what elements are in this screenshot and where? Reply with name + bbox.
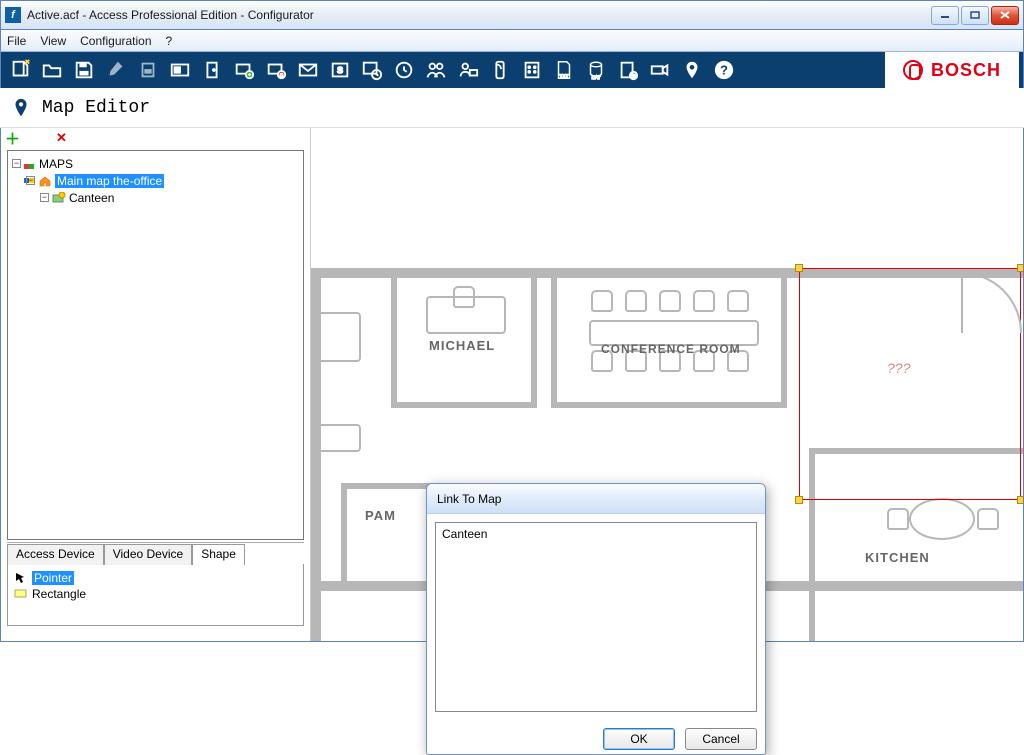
card-reader-icon[interactable] <box>133 55 163 85</box>
link-to-map-dialog: Link To Map Canteen OK Cancel <box>426 483 766 755</box>
resize-handle-ne[interactable] <box>1017 264 1023 272</box>
placeholder-label: ??? <box>887 360 910 376</box>
shape-palette: Pointer Rectangle <box>7 564 304 626</box>
home-icon <box>38 175 52 187</box>
resize-handle-se[interactable] <box>1017 496 1023 504</box>
cancel-button[interactable]: Cancel <box>685 728 757 750</box>
shape-rectangle[interactable]: Rectangle <box>14 586 297 602</box>
tree-toolbar: ＋ ✕ <box>1 128 310 148</box>
door-icon[interactable] <box>197 55 227 85</box>
tree-item-label: Canteen <box>69 191 114 205</box>
terminal-icon[interactable] <box>165 55 195 85</box>
bottom-tabs: Access Device Video Device Shape <box>7 542 304 564</box>
pointer-icon <box>14 571 28 585</box>
tree-root[interactable]: − MAPS <box>12 155 299 172</box>
ok-button[interactable]: OK <box>603 728 675 750</box>
camera-icon[interactable] <box>645 55 675 85</box>
report-icon[interactable]: W <box>613 55 643 85</box>
shape-pointer-label: Pointer <box>32 571 74 585</box>
envelope-icon[interactable] <box>293 55 323 85</box>
user-card-icon[interactable] <box>453 55 483 85</box>
clock-icon[interactable] <box>389 55 419 85</box>
export-dat-icon[interactable]: DAT <box>581 55 611 85</box>
collapse-icon[interactable]: − <box>40 193 49 202</box>
dialog-list-item[interactable]: Canteen <box>442 527 750 541</box>
svg-text:S: S <box>337 66 343 75</box>
resize-handle-sw[interactable] <box>795 496 803 504</box>
open-icon[interactable] <box>37 55 67 85</box>
dialog-title: Link To Map <box>427 484 765 514</box>
map-tree[interactable]: − MAPS − Main map the-office − Canteen <box>7 150 304 540</box>
tab-shape[interactable]: Shape <box>192 544 245 565</box>
resize-handle-nw[interactable] <box>795 264 803 272</box>
menu-help[interactable]: ? <box>166 34 173 48</box>
menu-configuration[interactable]: Configuration <box>80 34 151 48</box>
room-conference-label: CONFERENCE ROOM <box>601 342 741 356</box>
save-icon[interactable] <box>69 55 99 85</box>
tree-item-main[interactable]: − Main map the-office <box>12 172 299 189</box>
calendar-clock-icon[interactable] <box>357 55 387 85</box>
dialog-map-list[interactable]: Canteen <box>435 522 757 712</box>
svg-text:?: ? <box>720 63 728 78</box>
minimize-button[interactable] <box>931 6 959 25</box>
page-header: Map Editor <box>0 88 1024 128</box>
tab-video-device[interactable]: Video Device <box>104 544 193 565</box>
shape-rectangle-label: Rectangle <box>32 587 86 601</box>
window-title: Active.acf - Access Professional Edition… <box>27 8 931 22</box>
tab-access-device[interactable]: Access Device <box>7 544 104 565</box>
settings-icon[interactable] <box>101 55 131 85</box>
svg-text:W: W <box>631 73 636 78</box>
app-icon: f <box>5 7 21 23</box>
svg-text:DAT: DAT <box>592 75 601 80</box>
maps-folder-icon <box>24 158 36 170</box>
keypad-icon[interactable] <box>517 55 547 85</box>
bosch-mark-icon <box>903 60 923 80</box>
room-pam-label: PAM <box>365 508 396 523</box>
tree-item-canteen[interactable]: − Canteen <box>12 189 299 206</box>
room-michael-label: MICHAEL <box>429 338 495 353</box>
new-icon[interactable] <box>5 55 35 85</box>
brand-logo: BOSCH <box>885 52 1019 88</box>
tree-root-label: MAPS <box>39 157 73 171</box>
window-titlebar: f Active.acf - Access Professional Editi… <box>0 0 1024 30</box>
close-button[interactable] <box>991 6 1019 25</box>
svg-text:TXT: TXT <box>560 73 569 78</box>
link-map-icon <box>52 192 66 204</box>
room-kitchen-label: KITCHEN <box>865 550 930 565</box>
schedule-icon[interactable]: S <box>325 55 355 85</box>
add-map-icon[interactable]: ＋ <box>5 128 20 149</box>
users-icon[interactable] <box>421 55 451 85</box>
map-pin-icon[interactable] <box>677 55 707 85</box>
menu-file[interactable]: File <box>7 34 26 48</box>
help-icon[interactable]: ? <box>709 55 739 85</box>
rectangle-icon <box>14 587 28 601</box>
phone-icon[interactable] <box>485 55 515 85</box>
menu-view[interactable]: View <box>40 34 66 48</box>
menu-bar: File View Configuration ? <box>0 30 1024 52</box>
card-remove-icon[interactable]: 0 <box>261 55 291 85</box>
tree-item-label: Main map the-office <box>55 174 164 188</box>
main-toolbar: 0 S TXT DAT W ? BOSCH <box>0 52 1024 88</box>
page-title: Map Editor <box>42 98 150 118</box>
svg-text:0: 0 <box>280 73 283 79</box>
export-txt-icon[interactable]: TXT <box>549 55 579 85</box>
pin-icon <box>10 95 32 121</box>
left-panel: ＋ ✕ − MAPS − Main map the-office − Cante… <box>1 128 311 641</box>
delete-map-icon[interactable]: ✕ <box>56 130 67 146</box>
card-add-icon[interactable] <box>229 55 259 85</box>
maximize-button[interactable] <box>961 6 989 25</box>
collapse-icon[interactable]: − <box>26 176 35 185</box>
collapse-icon[interactable]: − <box>12 159 21 168</box>
shape-pointer[interactable]: Pointer <box>14 570 297 586</box>
